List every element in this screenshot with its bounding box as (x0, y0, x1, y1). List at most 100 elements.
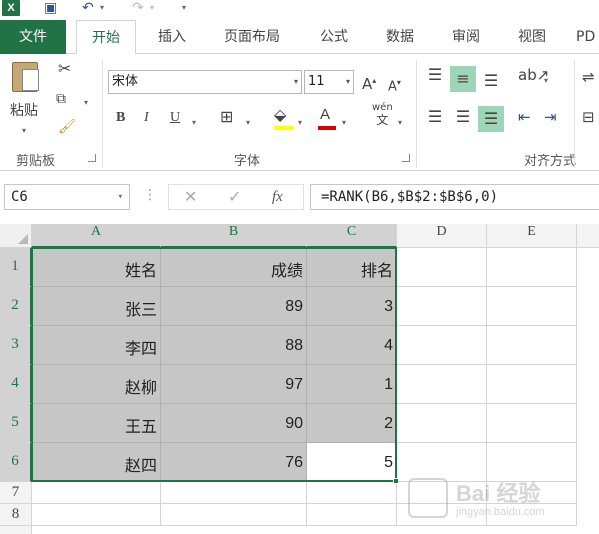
row-header-3[interactable]: 3 (0, 326, 32, 365)
customize-qat-icon[interactable]: ▾ (182, 0, 186, 18)
table-cell[interactable]: 赵柳 (32, 365, 161, 404)
row-header-6[interactable]: 6 (0, 443, 32, 482)
select-all-button[interactable] (0, 224, 32, 248)
copy-icon[interactable]: ⧉ (56, 90, 66, 108)
tab-insert[interactable]: 插入 (148, 20, 196, 54)
table-cell[interactable]: 姓名 (32, 248, 161, 287)
merge-center-icon[interactable]: ⊟ (582, 108, 595, 126)
row-header-9[interactable] (0, 526, 32, 534)
align-bottom-icon[interactable]: ☰ (480, 72, 502, 94)
font-size-select[interactable]: 11 ▾ (304, 70, 354, 94)
align-right-icon[interactable]: ☰ (478, 106, 504, 132)
increase-indent-icon[interactable]: ⇥ (544, 108, 557, 126)
align-top-icon[interactable]: ☰ (424, 66, 446, 92)
table-cell[interactable]: 排名 (307, 248, 397, 287)
table-cell[interactable]: 1 (307, 365, 397, 404)
empty-cell[interactable] (397, 248, 487, 287)
tab-data[interactable]: 数据 (376, 20, 424, 54)
table-cell[interactable]: 88 (161, 326, 307, 365)
table-cell[interactable]: 赵四 (32, 443, 161, 482)
font-color-dropdown-icon[interactable]: ▾ (342, 114, 346, 132)
table-cell[interactable]: 王五 (32, 404, 161, 443)
empty-cell[interactable] (397, 287, 487, 326)
shrink-font-button[interactable]: A▾ (388, 74, 401, 96)
decrease-indent-icon[interactable]: ⇤ (518, 108, 531, 126)
empty-cell[interactable] (307, 482, 397, 504)
name-box[interactable]: C6 ▾ (4, 184, 130, 210)
redo-dropdown-icon[interactable]: ▾ (150, 0, 154, 18)
tab-home[interactable]: 开始 (76, 20, 136, 55)
undo-dropdown-icon[interactable]: ▾ (100, 0, 104, 18)
phonetic-guide-icon[interactable]: wén 文 (372, 102, 393, 126)
row-header-1[interactable]: 1 (0, 248, 32, 287)
enter-icon[interactable]: ✓ (228, 184, 241, 210)
insert-function-icon[interactable]: fx (272, 184, 283, 210)
underline-dropdown-icon[interactable]: ▾ (192, 114, 196, 132)
grow-font-button[interactable]: A▴ (362, 72, 376, 93)
tab-formulas[interactable]: 公式 (310, 20, 358, 54)
table-cell[interactable]: 张三 (32, 287, 161, 326)
align-middle-icon[interactable]: ≡ (450, 66, 476, 92)
empty-cell[interactable] (397, 404, 487, 443)
empty-cell[interactable] (161, 482, 307, 504)
cut-icon[interactable]: ✂ (58, 60, 71, 78)
font-launcher-icon[interactable] (402, 154, 410, 162)
align-left-icon[interactable]: ☰ (424, 108, 446, 126)
paste-dropdown-icon[interactable]: ▾ (22, 122, 26, 140)
column-header-b[interactable]: B (161, 224, 307, 248)
bold-button[interactable]: B (116, 110, 125, 126)
cancel-icon[interactable]: ✕ (184, 184, 197, 210)
fill-handle[interactable] (393, 478, 399, 484)
table-cell[interactable]: 2 (307, 404, 397, 443)
tab-file[interactable]: 文件 (0, 20, 66, 54)
paste-icon[interactable] (12, 62, 39, 92)
empty-cell[interactable] (397, 326, 487, 365)
orientation-dropdown-icon[interactable]: ▾ (544, 72, 548, 90)
table-cell[interactable]: 76 (161, 443, 307, 482)
font-name-select[interactable]: 宋体 ▾ (108, 70, 302, 94)
fill-color-icon[interactable]: ⬙ (274, 106, 286, 124)
tab-pdf[interactable]: PD (576, 20, 599, 54)
column-header-f[interactable] (577, 224, 599, 248)
column-header-a[interactable]: A (32, 224, 161, 248)
table-cell[interactable]: 李四 (32, 326, 161, 365)
table-cell[interactable]: 4 (307, 326, 397, 365)
phonetic-dropdown-icon[interactable]: ▾ (398, 114, 402, 132)
row-header-8[interactable]: 8 (0, 504, 32, 526)
save-icon[interactable]: ▣ (44, 0, 57, 18)
format-painter-icon[interactable]: 🖌 (58, 118, 76, 136)
empty-cell[interactable] (307, 504, 397, 526)
row-header-2[interactable]: 2 (0, 287, 32, 326)
paste-button[interactable]: 粘贴 (10, 102, 38, 120)
empty-cell[interactable] (32, 504, 161, 526)
clipboard-launcher-icon[interactable] (88, 154, 96, 162)
tab-view[interactable]: 视图 (508, 20, 556, 54)
empty-cell[interactable] (487, 365, 577, 404)
column-header-d[interactable]: D (397, 224, 487, 248)
active-cell[interactable]: 5 (307, 443, 397, 482)
table-cell[interactable]: 89 (161, 287, 307, 326)
table-cell[interactable]: 97 (161, 365, 307, 404)
table-cell[interactable]: 90 (161, 404, 307, 443)
formula-input[interactable]: =RANK(B6,$B$2:$B$6,0) (310, 184, 599, 210)
empty-cell[interactable] (397, 365, 487, 404)
column-header-e[interactable]: E (487, 224, 577, 248)
borders-dropdown-icon[interactable]: ▾ (246, 114, 250, 132)
row-header-4[interactable]: 4 (0, 365, 32, 404)
wrap-text-icon[interactable]: ⇌ (582, 68, 595, 86)
empty-cell[interactable] (32, 482, 161, 504)
empty-cell[interactable] (487, 248, 577, 287)
table-cell[interactable]: 成绩 (161, 248, 307, 287)
underline-button[interactable]: U (170, 110, 180, 126)
empty-cell[interactable] (487, 287, 577, 326)
formula-bar-grip-icon[interactable]: ⋮ (143, 187, 157, 203)
borders-icon[interactable]: ⊞ (220, 108, 233, 126)
redo-icon[interactable]: ↷ (132, 0, 144, 18)
tab-page-layout[interactable]: 页面布局 (212, 20, 292, 54)
align-center-icon[interactable]: ☰ (452, 108, 474, 126)
undo-icon[interactable]: ↶ (82, 0, 94, 18)
table-cell[interactable]: 3 (307, 287, 397, 326)
copy-dropdown-icon[interactable]: ▾ (84, 94, 88, 112)
italic-button[interactable]: I (144, 110, 149, 126)
row-header-7[interactable]: 7 (0, 482, 32, 504)
